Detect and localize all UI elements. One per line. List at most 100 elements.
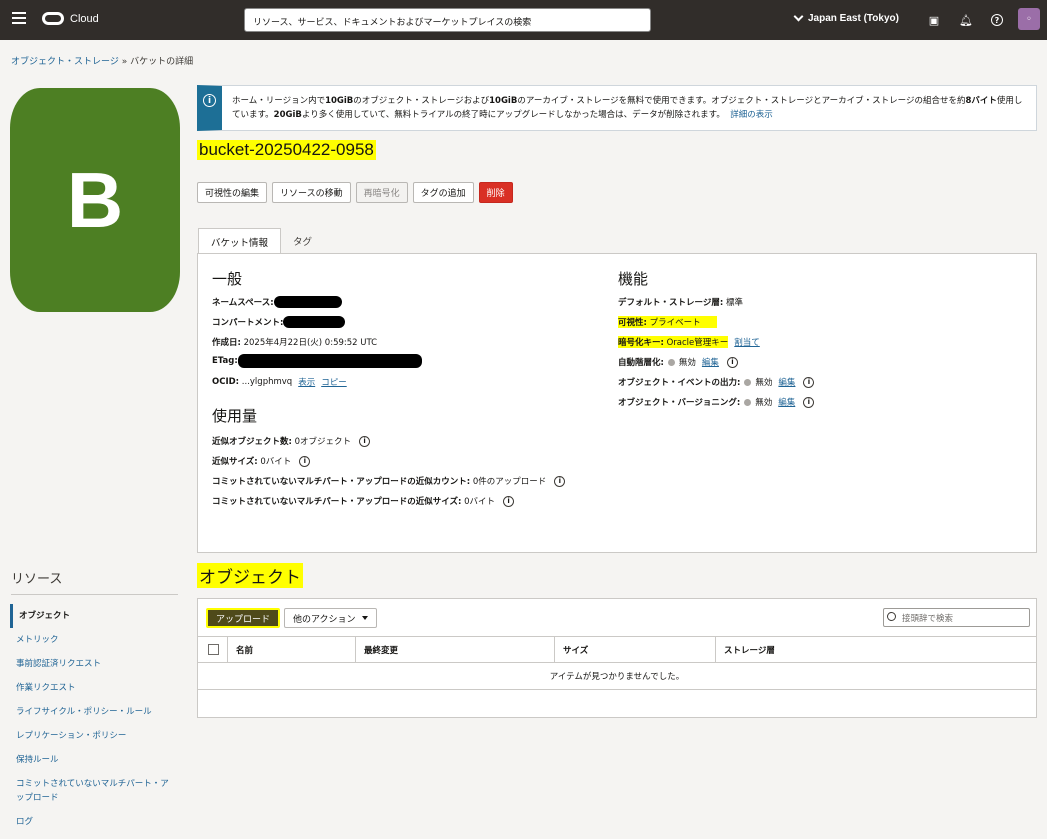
tab-tags[interactable]: タグ xyxy=(281,228,324,254)
resources-item-uncommitted-multipart[interactable]: コミットされていないマルチパート・アップロード xyxy=(10,772,180,810)
compartment-label: コンパートメント: xyxy=(212,318,284,328)
top-navigation-bar: Cloud リソース、サービス、ドキュメントおよびマーケットプレイスの検索 Ja… xyxy=(0,0,1047,40)
resources-item-work-requests[interactable]: 作業リクエスト xyxy=(10,676,180,700)
global-search-input[interactable]: リソース、サービス、ドキュメントおよびマーケットプレイスの検索 xyxy=(244,8,651,32)
prefix-search-input[interactable]: 接頭辞で検索 xyxy=(883,608,1030,627)
visibility-value: プライベート xyxy=(649,318,701,328)
info-tooltip-icon[interactable]: i xyxy=(803,396,815,408)
redacted-value xyxy=(283,316,346,328)
resources-item-preauth-requests[interactable]: 事前認証済リクエスト xyxy=(10,652,180,676)
versioning-row: オブジェクト・バージョニング: 無効 編集 i xyxy=(618,396,815,408)
created-label: 作成日: xyxy=(212,338,241,348)
help-icon[interactable]: ? xyxy=(990,13,1004,27)
size-row: 近似サイズ: 0バイト i xyxy=(212,455,311,467)
column-header-storage-tier[interactable]: ストレージ層 xyxy=(716,637,1036,662)
page-title: bucket-20250422-0958 xyxy=(197,140,376,160)
developer-tools-icon[interactable]: ▣ xyxy=(927,13,941,27)
delete-button[interactable]: 削除 xyxy=(478,182,513,203)
compartment-row: コンパートメント: xyxy=(212,316,346,328)
column-header-size[interactable]: サイズ xyxy=(555,637,716,662)
banner-text: のオブジェクト・ストレージおよび xyxy=(353,96,490,106)
upload-button[interactable]: アップロード xyxy=(206,608,281,628)
hamburger-menu-icon[interactable] xyxy=(12,12,26,26)
select-all-cell xyxy=(198,637,228,662)
created-value: 2025年4月22日(火) 0:59:52 UTC xyxy=(243,338,378,348)
usage-heading: 使用量 xyxy=(212,408,258,425)
resources-item-lifecycle-rules[interactable]: ライフサイクル・ポリシー・ルール xyxy=(10,700,180,724)
resources-item-retention-rules[interactable]: 保持ルール xyxy=(10,748,180,772)
created-row: 作成日: 2025年4月22日(火) 0:59:52 UTC xyxy=(212,336,377,348)
resources-item-metrics[interactable]: メトリック xyxy=(10,628,180,652)
info-tooltip-icon[interactable]: i xyxy=(726,356,738,368)
auto-tiering-value: 無効 xyxy=(678,358,696,368)
info-tooltip-icon[interactable]: i xyxy=(299,455,311,467)
encryption-row: 暗号化キー: Oracle管理キー 割当て xyxy=(618,336,760,348)
edit-versioning-link[interactable]: 編集 xyxy=(778,396,795,408)
resources-item-logs[interactable]: ログ xyxy=(10,810,180,834)
move-resource-button[interactable]: リソースの移動 xyxy=(272,182,351,203)
column-header-name[interactable]: 名前 xyxy=(228,637,356,662)
etag-label: ETag: xyxy=(212,356,238,366)
add-tags-button[interactable]: タグの追加 xyxy=(412,182,474,203)
bell-icon[interactable]: 🔔︎ xyxy=(959,13,973,27)
action-button-row: 可視性の編集 リソースの移動 再暗号化 タグの追加 削除 xyxy=(197,182,513,203)
banner-bold: 8バイト xyxy=(965,96,997,106)
resources-nav: オブジェクト メトリック 事前認証済リクエスト 作業リクエスト ライフサイクル・… xyxy=(10,604,180,834)
objects-panel: アップロード 他のアクション 接頭辞で検索 名前 最終変更 サイズ ストレージ層… xyxy=(197,598,1037,718)
banner-bold: 20GiB xyxy=(273,110,302,120)
object-events-row: オブジェクト・イベントの出力: 無効 編集 i xyxy=(618,376,815,388)
visibility-label: 可視性: xyxy=(618,318,647,328)
more-actions-dropdown[interactable]: 他のアクション xyxy=(284,608,377,628)
info-tooltip-icon[interactable]: i xyxy=(803,376,815,388)
oracle-cloud-logo[interactable]: Cloud xyxy=(42,12,99,25)
ocid-value: ...ylgphmvq xyxy=(241,377,293,387)
resources-item-replication-policy[interactable]: レプリケーション・ポリシー xyxy=(10,724,180,748)
region-selector[interactable]: Japan East (Tokyo) xyxy=(793,11,899,24)
resources-heading: リソース xyxy=(11,571,63,586)
object-count-row: 近似オブジェクト数: 0オブジェクト i xyxy=(212,435,371,447)
edit-auto-tiering-link[interactable]: 編集 xyxy=(702,356,719,368)
status-dot-icon xyxy=(744,398,752,406)
features-heading: 機能 xyxy=(618,271,649,288)
breadcrumb-current: バケットの詳細 xyxy=(130,57,194,67)
caret-down-icon xyxy=(361,616,368,620)
info-tooltip-icon[interactable]: i xyxy=(554,475,566,487)
versioning-value: 無効 xyxy=(755,398,773,408)
banner-text: のアーカイブ・ストレージを無料で使用できます。オブジェクト・ストレージとアーカイ… xyxy=(517,96,966,106)
assign-key-link[interactable]: 割当て xyxy=(734,336,760,348)
banner-text: ホーム・リージョン内で xyxy=(232,96,326,106)
multipart-count-label: コミットされていないマルチパート・アップロードの近似カウント: xyxy=(212,477,471,487)
resources-item-objects[interactable]: オブジェクト xyxy=(10,604,180,628)
bucket-info-panel: 一般 ネームスペース: コンパートメント: 作成日: 2025年4月22日(火)… xyxy=(197,253,1037,553)
edit-visibility-button[interactable]: 可視性の編集 xyxy=(197,182,268,203)
select-all-checkbox[interactable] xyxy=(208,644,219,655)
breadcrumb-object-storage-link[interactable]: オブジェクト・ストレージ xyxy=(11,57,119,67)
ocid-show-link[interactable]: 表示 xyxy=(298,376,315,388)
tab-bucket-info[interactable]: バケット情報 xyxy=(198,228,282,254)
user-avatar[interactable]: ◦ xyxy=(1018,8,1040,30)
objects-heading: オブジェクト xyxy=(197,563,303,588)
size-label: 近似サイズ: xyxy=(212,457,258,467)
column-header-last-modified[interactable]: 最終変更 xyxy=(356,637,555,662)
object-events-label: オブジェクト・イベントの出力: xyxy=(618,378,741,388)
info-tooltip-icon[interactable]: i xyxy=(503,495,515,507)
banner-bold: 10GiB xyxy=(325,96,354,106)
detail-tabs: バケット情報 タグ xyxy=(198,228,324,254)
region-label: Japan East (Tokyo) xyxy=(808,13,899,24)
search-icon xyxy=(887,612,896,621)
info-tooltip-icon[interactable]: i xyxy=(359,435,371,447)
object-count-label: 近似オブジェクト数: xyxy=(212,437,292,447)
visibility-row: 可視性: プライベート xyxy=(618,316,717,328)
encryption-value: Oracle管理キー xyxy=(666,338,729,348)
ocid-copy-link[interactable]: コピー xyxy=(321,376,347,388)
ocid-row: OCID: ...ylgphmvq 表示 コピー xyxy=(212,376,347,388)
reencrypt-button[interactable]: 再暗号化 xyxy=(355,182,408,203)
storage-tier-row: デフォルト・ストレージ層: 標準 xyxy=(618,296,743,308)
status-dot-icon xyxy=(667,358,675,366)
auto-tiering-label: 自動階層化: xyxy=(618,358,664,368)
edit-object-events-link[interactable]: 編集 xyxy=(778,376,795,388)
multipart-size-value: 0バイト xyxy=(464,497,496,507)
show-details-link[interactable]: 詳細の表示 xyxy=(730,110,773,120)
versioning-label: オブジェクト・バージョニング: xyxy=(618,398,741,408)
breadcrumb: オブジェクト・ストレージ » バケットの詳細 xyxy=(11,54,193,67)
